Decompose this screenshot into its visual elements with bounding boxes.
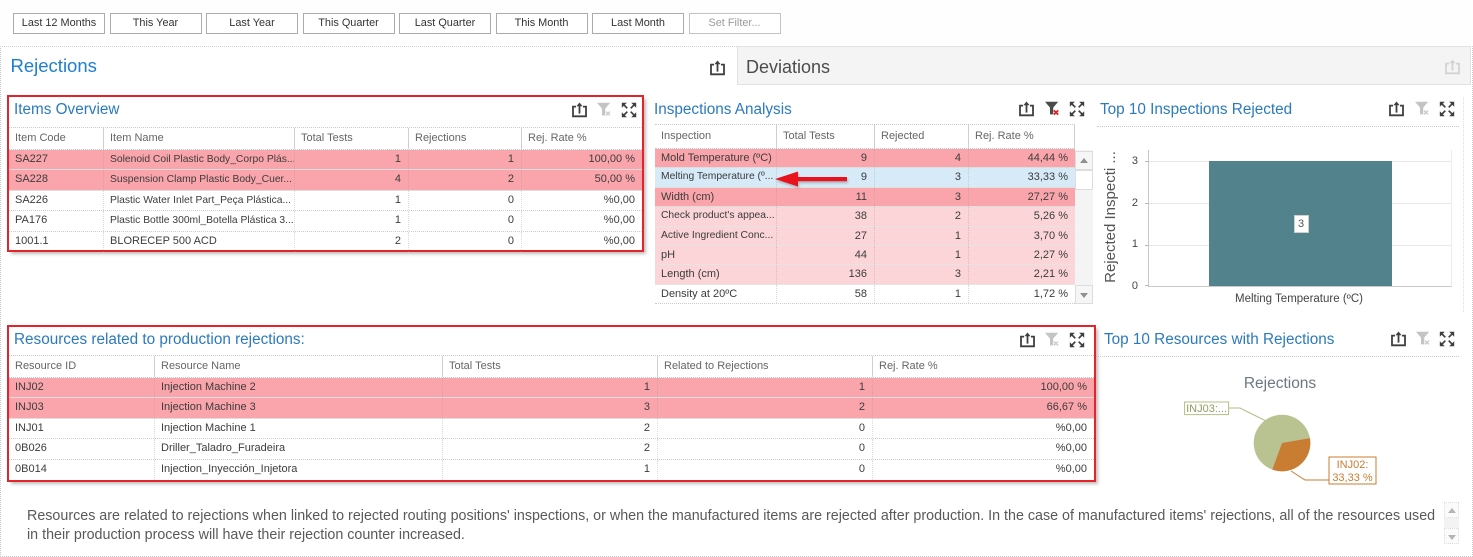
svg-text:INJ03:...: INJ03:... [1186, 403, 1227, 415]
svg-text:INJ02:: INJ02: [1337, 459, 1369, 471]
svg-text:33,33 %: 33,33 % [1332, 472, 1373, 484]
